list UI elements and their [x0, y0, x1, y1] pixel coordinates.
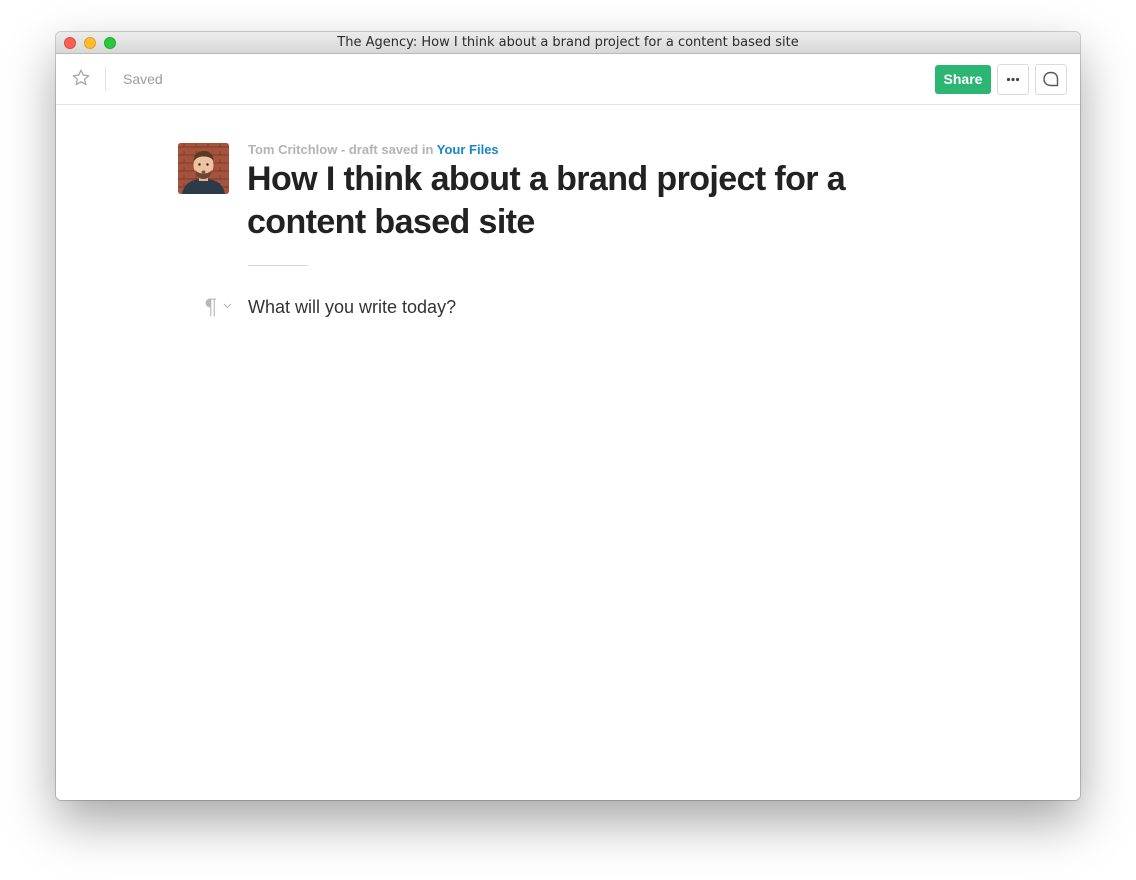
more-options-button[interactable] [997, 64, 1029, 95]
star-icon [72, 69, 90, 86]
editor-toolbar: Saved Share [56, 54, 1080, 105]
favorite-button[interactable] [71, 68, 91, 88]
toolbar-divider [105, 67, 106, 91]
comment-bubble-icon [1043, 71, 1059, 87]
author-photo-icon [178, 143, 229, 194]
draft-status-text: - draft saved in [337, 142, 437, 157]
author-avatar[interactable] [178, 143, 229, 194]
pilcrow-icon: ¶ [204, 295, 218, 319]
document-title[interactable]: How I think about a brand project for a … [247, 158, 867, 244]
author-name[interactable]: Tom Critchlow [248, 142, 337, 157]
save-status: Saved [123, 71, 163, 87]
app-window: The Agency: How I think about a brand pr… [56, 32, 1080, 800]
comments-button[interactable] [1035, 64, 1067, 95]
document-body-editor[interactable]: What will you write today? [248, 296, 948, 318]
document-meta: Tom Critchlow - draft saved in Your File… [248, 142, 499, 157]
title-divider [248, 265, 308, 266]
window-title: The Agency: How I think about a brand pr… [337, 35, 799, 50]
chevron-down-icon [223, 303, 232, 309]
title-bar[interactable]: The Agency: How I think about a brand pr… [56, 32, 1080, 54]
share-button[interactable]: Share [935, 65, 991, 94]
folder-link[interactable]: Your Files [437, 142, 499, 157]
ellipsis-icon [1006, 77, 1020, 82]
